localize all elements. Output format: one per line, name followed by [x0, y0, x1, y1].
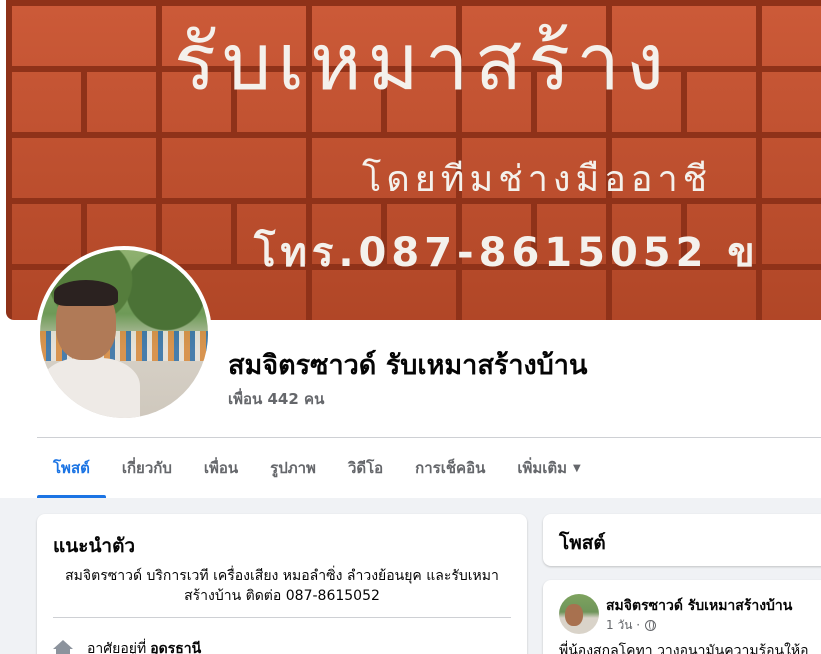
- post-meta: 1 วัน ·: [606, 616, 657, 635]
- home-icon: [53, 640, 73, 654]
- intro-bio: สมจิตรซาวด์ บริการเวที เครื่องเสียง หมอล…: [65, 568, 499, 604]
- post-author-link[interactable]: สมจิตรซาวด์ รับเหมาสร้างบ้าน: [606, 595, 792, 617]
- cover-text-subtitle: โดยทีมช่างมืออาชี: [362, 159, 713, 200]
- tab-videos[interactable]: วิดีโอ: [332, 438, 399, 498]
- profile-avatar[interactable]: [36, 246, 212, 422]
- tab-more[interactable]: เพิ่มเติม ▼: [501, 438, 596, 498]
- avatar[interactable]: [559, 594, 599, 634]
- post-text: พี่น้องสกุลโคทา วางอนามันความร้อนให้อ: [559, 643, 809, 654]
- tab-checkins[interactable]: การเช็คอิน: [399, 438, 501, 498]
- tab-posts[interactable]: โพสต์: [37, 438, 106, 498]
- intro-title: แนะนำตัว: [53, 535, 136, 557]
- profile-tabs: โพสต์ เกี่ยวกับ เพื่อน รูปภาพ วิดีโอ การ…: [37, 438, 597, 498]
- tab-friends[interactable]: เพื่อน: [188, 438, 254, 498]
- profile-name: สมจิตรซาวด์ รับเหมาสร้างบ้าน: [228, 350, 588, 381]
- lives-in-row: อาศัยอยู่ที่ อุดรธานี: [53, 638, 201, 654]
- intro-divider: [53, 617, 511, 618]
- cover-text-headline: รับเหมาสร้าง: [174, 18, 671, 108]
- lives-in-label: อาศัยอยู่ที่: [87, 641, 147, 654]
- caret-down-icon: ▼: [573, 462, 581, 474]
- friend-count-link[interactable]: เพื่อน 442 คน: [228, 387, 324, 411]
- tab-about[interactable]: เกี่ยวกับ: [106, 438, 188, 498]
- posts-header-card: โพสต์: [543, 514, 821, 566]
- intro-card: แนะนำตัว สมจิตรซาวด์ บริการเวที เครื่องเ…: [37, 514, 527, 654]
- posts-title: โพสต์: [559, 532, 606, 554]
- avatar-photo: [40, 250, 208, 418]
- post-card: สมจิตรซาวด์ รับเหมาสร้างบ้าน 1 วัน · พี่…: [543, 580, 821, 654]
- profile-header: รับเหมาสร้าง โดยทีมช่างมืออาชี โทร.087-8…: [0, 0, 821, 498]
- lives-in-city-link[interactable]: อุดรธานี: [150, 638, 201, 654]
- globe-icon: [645, 620, 657, 631]
- tab-photos[interactable]: รูปภาพ: [254, 438, 332, 498]
- post-timestamp[interactable]: 1 วัน ·: [606, 616, 640, 635]
- cover-text-phone: โทร.087-8615052 ข: [254, 230, 760, 276]
